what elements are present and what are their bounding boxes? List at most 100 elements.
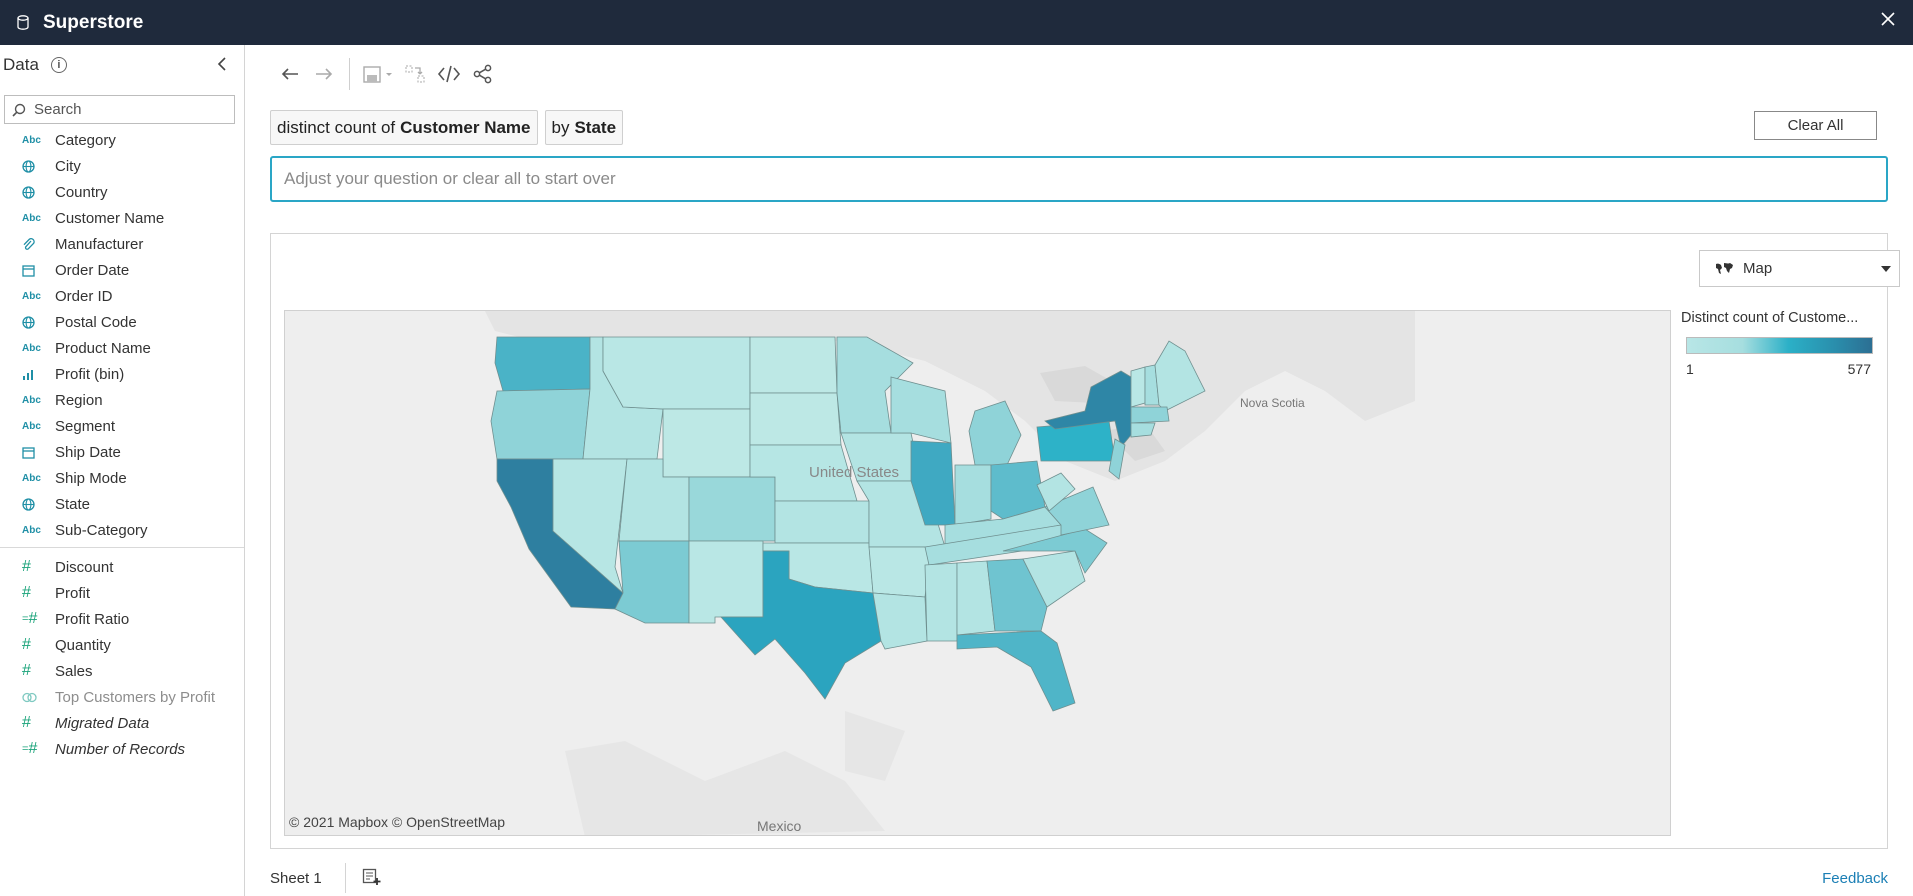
clear-all-button[interactable]: Clear All [1754,111,1877,140]
field-label: Region [55,391,103,409]
question-box[interactable] [270,156,1888,202]
map-attribution[interactable]: © 2021 Mapbox © OpenStreetMap [289,814,505,830]
label-mexico: Mexico [757,818,802,834]
question-input[interactable] [272,169,1886,189]
field-manufacturer[interactable]: Manufacturer [0,231,244,257]
undo-icon[interactable] [273,58,307,90]
field-label: Quantity [55,636,111,654]
state-arkansas [868,546,932,598]
new-sheet-icon[interactable] [362,868,384,888]
swap-icon[interactable] [398,58,432,90]
search-input[interactable] [34,101,224,118]
viz-type-label: Map [1743,260,1773,277]
field-customer-name[interactable]: Abc Customer Name [0,205,244,231]
field-label: Profit Ratio [55,610,130,628]
data-pane-title: Data [3,55,39,74]
main-area: distinct count of Customer Name by State… [246,45,1913,896]
field-label: Customer Name [55,209,165,227]
close-icon[interactable] [1879,10,1899,30]
field-top-customers-by-profit[interactable]: Top Customers by Profit [0,684,244,710]
field-quantity[interactable]: # Quantity [0,632,244,658]
field-label: Profit [55,584,91,602]
visualization-panel: Map United States Mexico Nova Scotia © 2… [270,233,1900,849]
field-profit[interactable]: # Profit [0,580,244,606]
toolbar-separator [349,58,350,90]
measure-pill-field: Customer Name [400,117,531,137]
field-label: Discount [55,558,114,576]
field-discount[interactable]: # Discount [0,554,244,580]
share-icon[interactable] [466,58,500,90]
field-label: Sales [55,662,93,680]
field-category[interactable]: Abc Category [0,127,244,153]
string-icon: Abc [22,212,41,224]
string-icon: Abc [22,524,41,536]
field-profit-ratio[interactable]: = # Profit Ratio [0,606,244,632]
string-icon: Abc [22,472,41,484]
collapse-pane-icon[interactable] [216,57,230,73]
legend-min: 1 [1686,361,1694,377]
data-pane: Data i Abc Category City Country Abc Customer… [0,45,245,896]
field-postal-code[interactable]: Postal Code [0,309,244,335]
globe-icon [0,185,55,199]
save-dropdown-icon[interactable] [358,58,398,90]
field-search[interactable] [4,95,235,124]
field-label: Number of Records [55,740,186,758]
query-pills: distinct count of Customer Name by State [270,110,624,145]
field-region[interactable]: Abc Region [0,387,244,413]
field-country[interactable]: Country [0,179,244,205]
sheet-tabs: Sheet 1 Feedback [270,863,1888,893]
field-number-of-records[interactable]: = # Number of Records [0,736,244,762]
field-order-date[interactable]: Order Date [0,257,244,283]
field-ship-date[interactable]: Ship Date [0,439,244,465]
legend-color-ramp [1686,337,1873,354]
number-icon: # [22,584,31,601]
state-oregon [490,388,591,460]
field-profit-bin[interactable]: Profit (bin) [0,361,244,387]
field-label: Country [55,183,108,201]
legend-title: Distinct count of Custome... [1681,310,1859,326]
field-sales[interactable]: # Sales [0,658,244,684]
calculated-number-icon: = # [22,740,38,757]
field-product-name[interactable]: Abc Product Name [0,335,244,361]
field-label: Top Customers by Profit [55,688,216,706]
state-colorado [688,476,776,542]
tab-sheet-1[interactable]: Sheet 1 [270,870,322,887]
field-order-id[interactable]: Abc Order ID [0,283,244,309]
dimension-measure-divider [0,547,244,548]
field-ship-mode[interactable]: Abc Ship Mode [0,465,244,491]
state-north-dakota [749,336,838,394]
globe-icon [0,497,55,511]
app-title: Superstore [43,11,144,33]
calendar-icon [0,446,55,459]
calculated-number-icon: = # [22,610,38,627]
globe-icon [0,159,55,173]
state-mississippi [924,562,958,642]
field-label: Ship Date [55,443,121,461]
dimension-pill[interactable]: by State [544,110,624,145]
embed-code-icon[interactable] [432,58,466,90]
field-label: City [55,157,81,175]
field-label: Category [55,131,116,149]
bin-icon [0,368,55,380]
map-view[interactable]: United States Mexico Nova Scotia © 2021 … [284,310,1671,836]
field-migrated-data[interactable]: # Migrated Data [0,710,244,736]
chevron-down-icon [1881,266,1891,272]
string-icon: Abc [22,420,41,432]
field-city[interactable]: City [0,153,244,179]
field-state[interactable]: State [0,491,244,517]
calendar-icon [0,264,55,277]
feedback-link[interactable]: Feedback [1822,870,1888,887]
field-label: Manufacturer [55,235,144,253]
state-kansas [774,500,870,544]
viz-type-dropdown[interactable]: Map [1699,250,1900,287]
measure-pill[interactable]: distinct count of Customer Name [270,110,538,145]
field-sub-category[interactable]: Abc Sub-Category [0,517,244,543]
number-icon: # [22,636,31,653]
set-icon [0,691,55,704]
redo-icon[interactable] [307,58,341,90]
info-icon[interactable]: i [50,57,67,73]
field-segment[interactable]: Abc Segment [0,413,244,439]
paperclip-icon [0,237,55,251]
field-list: Abc Category City Country Abc Customer Name Ma… [0,127,244,762]
search-icon [12,103,26,117]
